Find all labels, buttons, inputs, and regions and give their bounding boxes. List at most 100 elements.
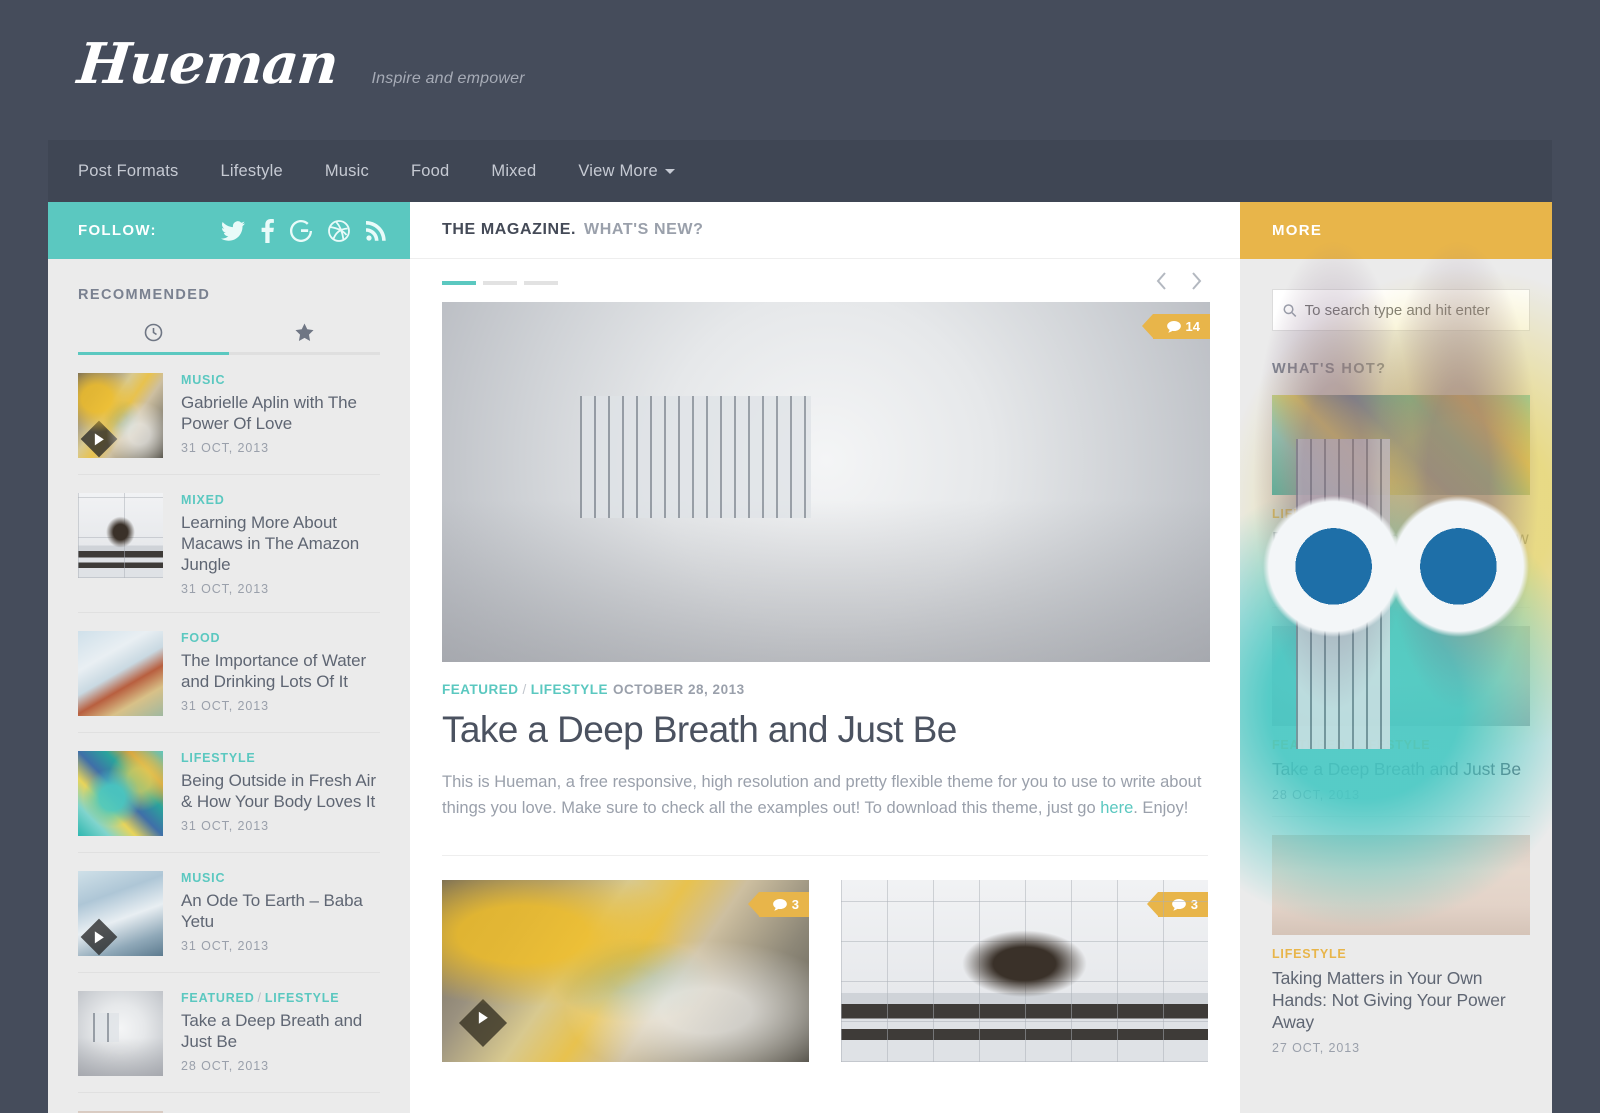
- follow-bar: FOLLOW:: [48, 202, 410, 259]
- nav-item-view-more[interactable]: View More: [557, 140, 695, 202]
- site-logo[interactable]: Hueman: [75, 31, 341, 97]
- right-sidebar: MORE WHAT'S HOT? LIFESTYLE Being Outside…: [1240, 202, 1552, 1113]
- slider-pagination: [442, 281, 1208, 285]
- nav-label: Food: [410, 162, 450, 180]
- featured-image[interactable]: 14: [442, 302, 1210, 662]
- slider-arrows: [1154, 269, 1204, 293]
- category-label[interactable]: MUSIC: [181, 373, 380, 387]
- category-label[interactable]: MUSIC: [181, 871, 380, 885]
- google-plus-icon[interactable]: [290, 219, 312, 242]
- magazine-title: THE MAGAZINE.: [442, 221, 577, 238]
- list-item[interactable]: FEATURED/LIFESTYLE Take a Deep Breath an…: [78, 973, 380, 1094]
- social-links: [221, 218, 386, 243]
- recommended-tabs: [78, 323, 380, 355]
- category-label[interactable]: MIXED: [181, 493, 380, 507]
- grid-card-1[interactable]: 3: [442, 880, 809, 1063]
- nav-item-lifestyle[interactable]: Lifestyle: [200, 140, 304, 202]
- category-separator: /: [522, 682, 527, 697]
- magazine-header: THE MAGAZINE. WHAT'S NEW?: [410, 202, 1240, 259]
- whats-hot-list: LIFESTYLE Being Outside in Fresh Air & H…: [1240, 377, 1552, 1069]
- list-item[interactable]: FOOD The Importance of Water and Drinkin…: [78, 613, 380, 734]
- facebook-icon[interactable]: [261, 218, 274, 243]
- site-tagline: Inspire and empower: [371, 70, 525, 87]
- category-primary: FEATURED: [181, 991, 255, 1006]
- post-category-lifestyle[interactable]: LIFESTYLE: [531, 682, 608, 697]
- comment-count: 3: [791, 897, 799, 913]
- excerpt-text-part2: . Enjoy!: [1133, 799, 1189, 818]
- thumbnail: [78, 493, 163, 578]
- list-item[interactable]: LIFESTYLE Taking Matters in Your Own Han…: [1272, 817, 1530, 1069]
- rss-icon[interactable]: [366, 220, 386, 241]
- play-icon: [80, 420, 118, 458]
- post-date: OCTOBER 28, 2013: [613, 682, 745, 697]
- list-item-date: 31 OCT, 2013: [181, 699, 269, 714]
- slider-page-3[interactable]: [524, 281, 558, 285]
- list-item[interactable]: MUSIC Gabrielle Aplin with The Power Of …: [78, 355, 380, 475]
- excerpt-text-part1: This is Hueman, a free responsive, high …: [442, 772, 1202, 818]
- category-label[interactable]: LIFESTYLE: [181, 751, 380, 765]
- comment-count: 14: [1185, 319, 1200, 334]
- recommended-list: MUSIC Gabrielle Aplin with The Power Of …: [48, 355, 410, 1113]
- dribbble-icon[interactable]: [328, 219, 350, 242]
- comment-count-badge[interactable]: 3: [1146, 892, 1208, 918]
- grid-card-2[interactable]: 3: [841, 880, 1208, 1063]
- nav-item-music[interactable]: Music: [304, 140, 390, 202]
- comment-count-badge[interactable]: 14: [1141, 314, 1210, 339]
- recommended-widget-title: RECOMMENDED: [78, 287, 211, 303]
- list-item[interactable]: MUSIC An Ode To Earth – Baba Yetu 31 OCT…: [78, 853, 380, 974]
- list-item[interactable]: LIFESTYLE Being Outside in Fresh Air & H…: [78, 733, 380, 854]
- list-item-title[interactable]: The Importance of Water and Drinking Lot…: [181, 650, 380, 692]
- play-icon: [80, 918, 118, 956]
- list-item-title[interactable]: Learning More About Macaws in The Amazon…: [181, 512, 380, 575]
- chevron-left-icon[interactable]: [1154, 269, 1170, 293]
- thumbnail: [78, 991, 163, 1077]
- nav-label: View More: [578, 162, 658, 180]
- content-area: FOLLOW: RECOMMENDED MUSIC Gabrielle Apli…: [48, 202, 1552, 1113]
- play-icon[interactable]: [458, 999, 508, 1048]
- thumbnail: [78, 751, 163, 837]
- list-item-title[interactable]: An Ode To Earth – Baba Yetu: [181, 890, 380, 932]
- page-root: Hueman Inspire and empower Post Formats …: [0, 0, 1600, 1113]
- nav-label: Mixed: [491, 162, 537, 180]
- slider-page-2[interactable]: [483, 281, 517, 285]
- thumbnail: [78, 373, 163, 458]
- featured-slider: 14 FEATURED / LIFESTYLE OCTOBER 28, 2013 Ta…: [410, 259, 1240, 1063]
- list-item-title[interactable]: Being Outside in Fresh Air & How Your Bo…: [181, 770, 380, 812]
- category-label[interactable]: FOOD: [181, 631, 380, 645]
- post-excerpt: This is Hueman, a free responsive, high …: [442, 769, 1204, 822]
- category-label[interactable]: FEATURED/LIFESTYLE: [181, 991, 380, 1005]
- post-category-featured[interactable]: FEATURED: [442, 682, 519, 697]
- left-sidebar: FOLLOW: RECOMMENDED MUSIC Gabrielle Apli…: [48, 202, 410, 1113]
- post-meta: FEATURED / LIFESTYLE OCTOBER 28, 2013: [442, 682, 1208, 697]
- comment-icon: [772, 898, 787, 911]
- list-item-date: 28 OCT, 2013: [181, 1059, 269, 1074]
- nav-item-food[interactable]: Food: [390, 140, 470, 202]
- list-item[interactable]: LIFESTYLE Taking Matters in Your: [78, 1093, 380, 1113]
- nav-item-post-formats[interactable]: Post Formats: [78, 140, 200, 202]
- slider-page-1[interactable]: [442, 281, 476, 285]
- tab-featured-star[interactable]: [229, 323, 380, 352]
- list-item[interactable]: MIXED Learning More About Macaws in The …: [78, 475, 380, 614]
- excerpt-link[interactable]: here: [1100, 799, 1133, 817]
- list-item-title[interactable]: Gabrielle Aplin with The Power Of Love: [181, 392, 380, 434]
- post-title[interactable]: Take a Deep Breath and Just Be: [442, 709, 1208, 751]
- category-separator: /: [257, 991, 262, 1006]
- thumbnail: [1272, 835, 1530, 936]
- comment-icon: [1171, 898, 1186, 911]
- chevron-right-icon[interactable]: [1188, 269, 1204, 293]
- list-item-date: 31 OCT, 2013: [181, 441, 269, 456]
- nav-item-mixed[interactable]: Mixed: [470, 140, 557, 202]
- thumbnail: [78, 871, 163, 957]
- tab-popular-clock[interactable]: [78, 323, 229, 352]
- site-header: Hueman Inspire and empower: [0, 0, 1600, 140]
- twitter-icon[interactable]: [221, 220, 245, 241]
- list-item-title[interactable]: Take a Deep Breath and Just Be: [181, 1010, 380, 1052]
- nav-label: Lifestyle: [220, 162, 283, 180]
- branding: Hueman Inspire and empower: [75, 31, 525, 97]
- star-icon: [295, 323, 314, 341]
- main-content: THE MAGAZINE. WHAT'S NEW? 14 FEATURED / …: [410, 202, 1240, 1113]
- nav-label: Music: [324, 162, 369, 180]
- thumbnail: [78, 631, 163, 717]
- comment-count-badge[interactable]: 3: [747, 892, 809, 918]
- comment-count: 3: [1190, 897, 1198, 913]
